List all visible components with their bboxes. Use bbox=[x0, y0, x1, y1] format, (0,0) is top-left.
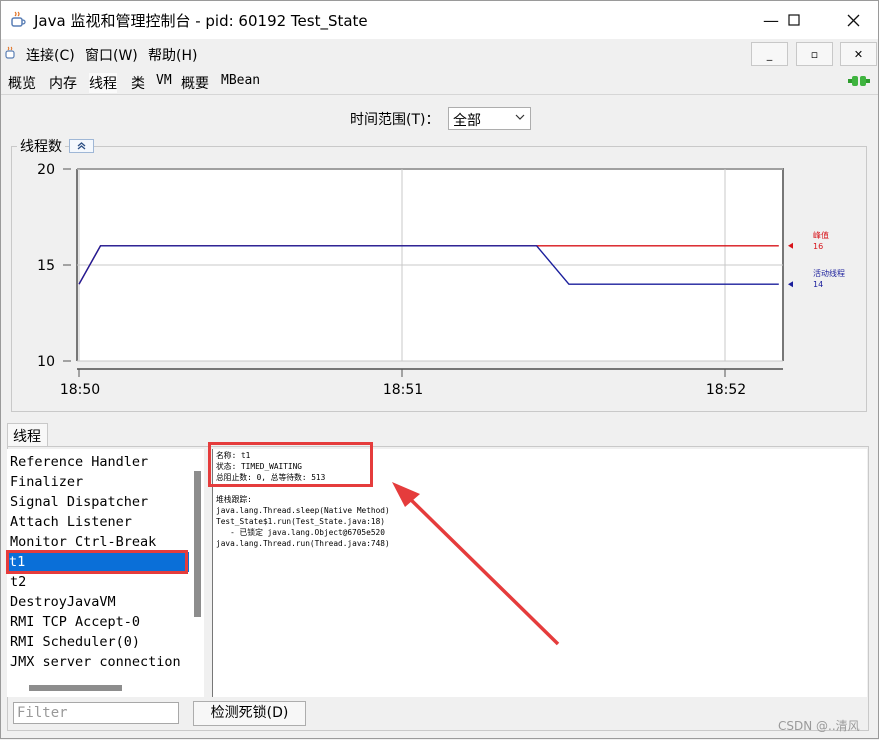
y-tick-label: 15 bbox=[37, 258, 55, 274]
double-chevron-up-icon bbox=[77, 142, 86, 150]
tab-vm[interactable]: VM bbox=[156, 73, 172, 88]
thread-detail-pane: 名称: t1 状态: TIMED_WAITING 总阻止数: 0, 总等待数: 51… bbox=[212, 449, 867, 697]
menu-bar: 连接(C) 窗口(W) 帮助(H) bbox=[1, 39, 878, 69]
maximize-icon bbox=[788, 14, 800, 26]
series-marker bbox=[788, 242, 793, 249]
java-cup-icon bbox=[11, 11, 26, 27]
mdi-close-button[interactable]: ✕ bbox=[840, 42, 877, 66]
thread-list-item[interactable]: RMI TCP Accept-0 bbox=[10, 612, 187, 632]
thread-detail-line: 总阻止数: 0, 总等待数: 513 bbox=[216, 473, 326, 482]
time-range-select[interactable]: 全部 bbox=[448, 107, 531, 130]
thread-detail-line: - 已锁定 java.lang.Object@6705e520 bbox=[216, 528, 385, 537]
detect-deadlock-button[interactable]: 检测死锁(D) bbox=[193, 701, 306, 726]
tab-threads[interactable]: 线程 bbox=[89, 73, 117, 93]
legend-name: 峰值 bbox=[813, 230, 829, 240]
x-tick-label: 18:50 bbox=[60, 382, 100, 398]
thread-list-item[interactable]: Finalizer bbox=[10, 472, 187, 492]
connection-plug-icon bbox=[848, 76, 870, 86]
mdi-restore-icon: ▫ bbox=[810, 47, 819, 61]
thread-chart-title: 线程数 bbox=[17, 136, 65, 156]
x-tick-label: 18:52 bbox=[706, 382, 746, 398]
menu-window[interactable]: 窗口(W) bbox=[85, 45, 138, 65]
main-tabs: 概览 内存 线程 类 VM 概要 MBean bbox=[1, 70, 878, 95]
thread-list-vertical-scrollbar[interactable] bbox=[194, 471, 201, 617]
thread-list-item[interactable]: JMX server connection bbox=[10, 652, 187, 672]
legend-value: 14 bbox=[813, 280, 823, 289]
thread-detail-line: 名称: t1 bbox=[216, 451, 251, 460]
thread-count-chart: 10 15 20 18:50 18:51 18:52 峰值 16 活动线程 14 bbox=[37, 162, 845, 398]
y-tick-label: 10 bbox=[37, 354, 55, 370]
thread-list-item[interactable]: t2 bbox=[10, 572, 187, 592]
thread-detail-line: 状态: TIMED_WAITING bbox=[216, 462, 303, 471]
close-button[interactable] bbox=[830, 1, 876, 39]
thread-detail-line: 堆栈跟踪: bbox=[216, 495, 252, 504]
thread-list-item[interactable]: Attach Listener bbox=[10, 512, 187, 532]
watermark: CSDN @..清风 bbox=[778, 719, 860, 733]
maximize-button[interactable] bbox=[771, 1, 817, 39]
close-icon bbox=[847, 14, 859, 26]
tab-mbean[interactable]: MBean bbox=[221, 73, 260, 88]
menu-help[interactable]: 帮助(H) bbox=[148, 45, 197, 65]
title-bar: Java 监视和管理控制台 - pid: 60192 Test_State — bbox=[1, 1, 878, 39]
thread-detail-line: Test_State$1.run(Test_State.java:18) bbox=[216, 517, 385, 526]
thread-list-item[interactable]: Reference Handler bbox=[10, 452, 187, 472]
thread-list-item[interactable]: t1 bbox=[9, 552, 189, 572]
legend-value: 16 bbox=[813, 242, 823, 251]
thread-filter-input[interactable]: Filter bbox=[13, 702, 179, 724]
y-tick-label: 20 bbox=[37, 162, 55, 178]
legend-name: 活动线程 bbox=[813, 268, 845, 278]
mdi-minimize-icon: _ bbox=[766, 47, 773, 61]
tab-memory[interactable]: 内存 bbox=[49, 73, 77, 93]
window-title: Java 监视和管理控制台 - pid: 60192 Test_State bbox=[34, 12, 368, 30]
mdi-restore-button[interactable]: ▫ bbox=[796, 42, 833, 66]
app-window: Java 监视和管理控制台 - pid: 60192 Test_State — … bbox=[0, 0, 879, 739]
mdi-minimize-button[interactable]: _ bbox=[751, 42, 788, 66]
thread-list-item[interactable]: Signal Dispatcher bbox=[10, 492, 187, 512]
time-range-value: 全部 bbox=[453, 113, 481, 129]
tab-vm-summary[interactable]: 概要 bbox=[181, 73, 209, 93]
thread-list-item[interactable]: DestroyJavaVM bbox=[10, 592, 187, 612]
thread-list-item[interactable]: RMI Scheduler(0) bbox=[10, 632, 187, 652]
time-range-label: 时间范围(T)： bbox=[350, 112, 440, 128]
x-tick-label: 18:51 bbox=[383, 382, 423, 398]
thread-list-item[interactable]: Monitor Ctrl-Break bbox=[10, 532, 187, 552]
menu-connect[interactable]: 连接(C) bbox=[26, 45, 75, 65]
chevron-down-icon bbox=[515, 114, 525, 120]
tab-overview[interactable]: 概览 bbox=[8, 73, 36, 93]
java-cup-small-icon bbox=[5, 46, 15, 59]
mdi-close-icon: ✕ bbox=[853, 47, 864, 61]
thread-list[interactable]: Reference Handler Finalizer Signal Dispatc… bbox=[7, 449, 204, 697]
series-marker bbox=[788, 281, 793, 288]
tab-classes[interactable]: 类 bbox=[131, 73, 145, 93]
thread-detail-line: java.lang.Thread.run(Thread.java:748) bbox=[216, 539, 390, 548]
threads-subtab[interactable]: 线程 bbox=[7, 423, 48, 446]
thread-detail-line: java.lang.Thread.sleep(Native Method) bbox=[216, 506, 390, 515]
thread-list-horizontal-scrollbar[interactable] bbox=[29, 685, 122, 691]
collapse-chart-button[interactable] bbox=[69, 139, 94, 153]
